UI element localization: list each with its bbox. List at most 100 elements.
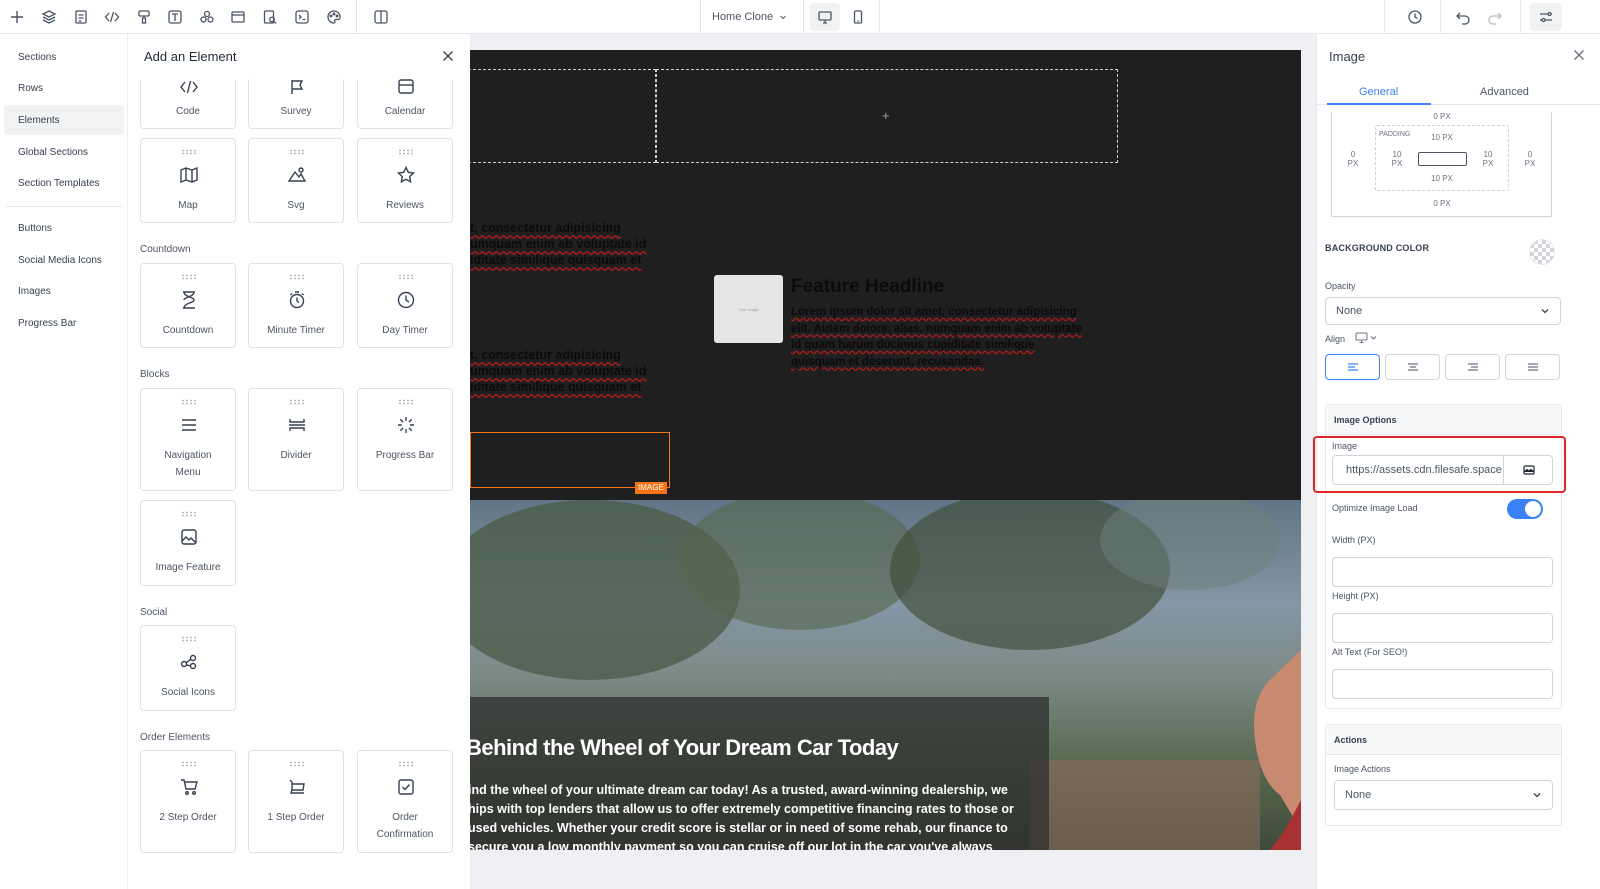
element-card-social-icons[interactable]: Social Icons (140, 625, 236, 711)
element-card-minute-timer[interactable]: Minute Timer (248, 263, 344, 348)
sidebar-item-buttons[interactable]: Buttons (4, 213, 124, 243)
palette-icon[interactable] (322, 5, 346, 29)
sidebar-item-sections[interactable]: Sections (4, 42, 124, 72)
page-icon[interactable] (69, 5, 93, 29)
padding-top-value[interactable]: 10 PX (1422, 133, 1462, 142)
margin-top-value[interactable]: 0 PX (1422, 112, 1462, 121)
code-icon[interactable] (100, 5, 124, 29)
element-card-label: Countdown (162, 325, 214, 336)
device-icon[interactable] (1355, 332, 1379, 344)
history-icon[interactable] (1403, 5, 1427, 29)
padding-bottom-value[interactable]: 10 PX (1422, 174, 1462, 183)
flag-icon (287, 77, 307, 97)
align-center-button[interactable] (1385, 354, 1440, 380)
element-card-image-feature[interactable]: Image Feature (140, 500, 236, 586)
redo-icon[interactable] (1483, 5, 1507, 29)
close-icon[interactable] (1572, 48, 1586, 62)
height-input[interactable] (1332, 613, 1553, 643)
element-card-label: 2 Step Order (159, 812, 217, 823)
margin-right-value[interactable]: 0 PX (1518, 150, 1542, 168)
align-justify-button[interactable] (1505, 354, 1560, 380)
drag-handle-icon (398, 149, 414, 155)
opacity-select[interactable]: None (1325, 297, 1561, 325)
split-view-icon[interactable] (369, 5, 393, 29)
width-input[interactable] (1332, 557, 1553, 587)
element-card-map[interactable]: Map (140, 138, 236, 223)
sidebar-item-section-templates[interactable]: Section Templates (4, 168, 124, 198)
element-card-label: Map (178, 200, 198, 211)
element-card-navigation-menu[interactable]: Navigation Menu (140, 388, 236, 491)
search-doc-icon[interactable] (258, 5, 282, 29)
tab-advanced[interactable]: Advanced (1480, 86, 1529, 98)
undo-icon[interactable] (1451, 5, 1475, 29)
drag-handle-icon (289, 761, 305, 767)
mobile-icon[interactable] (846, 5, 870, 29)
sidebar-item-global-sections[interactable]: Global Sections (4, 137, 124, 167)
feature-body[interactable]: Lorem ipsum dolor sit amet, consectetur … (791, 304, 1087, 370)
star-icon (396, 165, 416, 185)
add-element-plus[interactable]: + (882, 108, 890, 123)
margin-left-value[interactable]: 0 PX (1341, 150, 1365, 168)
element-card-day-timer[interactable]: Day Timer (357, 263, 453, 348)
left-feature-text[interactable]: t, consectetur adipisicing umquam enim a… (470, 220, 670, 268)
drag-handle-icon (181, 636, 197, 642)
hero-body[interactable]: ind the wheel of your ultimate dream car… (470, 781, 1028, 850)
element-card-label: Order Confirmation (376, 812, 434, 840)
hero-section[interactable]: Behind the Wheel of Your Dream Car Today… (470, 500, 1301, 850)
width-label: Width (PX) (1332, 535, 1376, 545)
terminal-icon[interactable] (290, 5, 314, 29)
element-card-svg[interactable]: Svg (248, 138, 344, 223)
image-icon (179, 527, 199, 547)
padding-left-number: 10 (1392, 150, 1402, 159)
page-select[interactable]: Home Clone (700, 0, 800, 34)
paint-icon[interactable] (132, 5, 156, 29)
empty-column[interactable] (470, 69, 656, 163)
people-icon[interactable] (195, 5, 219, 29)
section-title-countdown: Countdown (140, 244, 191, 255)
feature-image[interactable]: Your Image (714, 275, 783, 343)
tab-general[interactable]: General (1359, 86, 1398, 98)
align-justify-icon (1527, 363, 1538, 371)
layout-icon[interactable] (226, 5, 250, 29)
toggle-knob (1525, 501, 1541, 517)
sidebar-item-social-media-icons[interactable]: Social Media Icons (4, 245, 124, 275)
element-card-countdown[interactable]: Countdown (140, 263, 236, 348)
close-icon[interactable] (440, 48, 456, 64)
settings-icon[interactable] (1534, 5, 1558, 29)
padding-left-value[interactable]: 10 PX (1385, 150, 1409, 168)
optimize-image-toggle[interactable] (1507, 499, 1543, 519)
optimize-image-label: Optimize Image Load (1332, 503, 1418, 513)
sidebar-item-elements[interactable]: Elements (4, 105, 124, 135)
align-right-button[interactable] (1445, 354, 1500, 380)
alt-text-label: Alt Text (For SEO!) (1332, 647, 1408, 657)
element-card-progress-bar[interactable]: Progress Bar (357, 388, 453, 491)
sidebar-item-progress-bar[interactable]: Progress Bar (4, 308, 124, 338)
alt-text-input[interactable] (1332, 669, 1553, 699)
text-icon[interactable] (163, 5, 187, 29)
content-box (1418, 152, 1467, 166)
image-actions-select[interactable]: None (1334, 780, 1553, 810)
selected-image-element[interactable] (470, 432, 670, 488)
align-left-button[interactable] (1325, 354, 1380, 380)
margin-bottom-value[interactable]: 0 PX (1422, 199, 1462, 208)
image-options-title: Image Options (1326, 405, 1561, 435)
left-feature-text[interactable]: t, consectetur adipisicing umquam enim a… (470, 347, 670, 395)
background-color-swatch[interactable] (1529, 239, 1555, 265)
hero-title[interactable]: Behind the Wheel of Your Dream Car Today (470, 735, 899, 761)
empty-column[interactable]: + (656, 69, 1118, 163)
feature-headline[interactable]: Feature Headline (791, 276, 944, 298)
layers-icon[interactable] (37, 5, 61, 29)
plus-icon[interactable] (5, 5, 29, 29)
sidebar-item-images[interactable]: Images (4, 276, 124, 306)
element-card-label: Day Timer (382, 325, 428, 336)
editor-canvas[interactable]: + t, consectetur adipisicing umquam enim… (470, 50, 1301, 850)
element-card-2-step-order[interactable]: 2 Step Order (140, 750, 236, 853)
padding-right-value[interactable]: 10 PX (1476, 150, 1500, 168)
element-card-1-step-order[interactable]: 1 Step Order (248, 750, 344, 853)
sidebar-item-rows[interactable]: Rows (4, 73, 124, 103)
element-card-reviews[interactable]: Reviews (357, 138, 453, 223)
element-card-divider[interactable]: Divider (248, 388, 344, 491)
margin-left-number: 0 (1350, 150, 1356, 159)
desktop-icon[interactable] (813, 5, 837, 29)
element-card-order-confirmation[interactable]: Order Confirmation (357, 750, 453, 853)
